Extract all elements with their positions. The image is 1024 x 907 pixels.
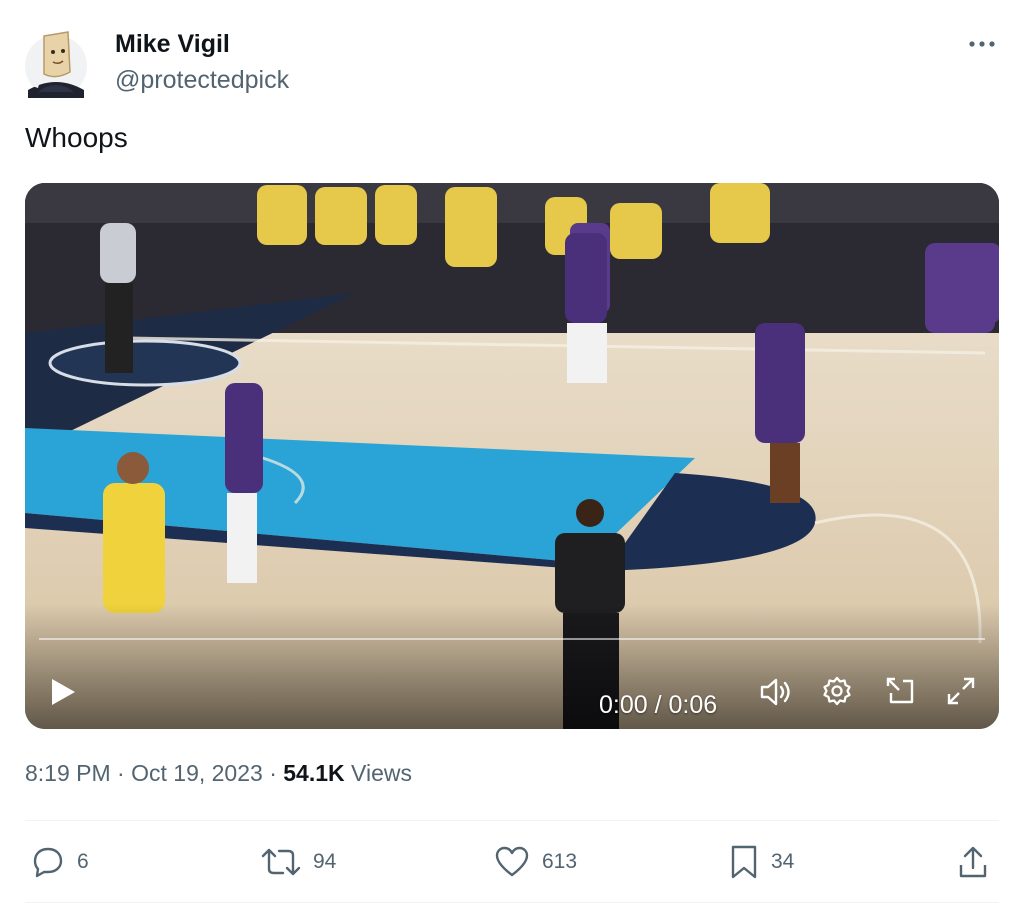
author-handle[interactable]: @protectedpick — [115, 66, 289, 95]
bookmark-icon — [729, 844, 759, 880]
volume-icon[interactable] — [759, 677, 793, 707]
views-count: 54.1K — [283, 760, 345, 786]
fullscreen-icon[interactable] — [945, 675, 977, 707]
video-time: 0:00 / 0:06 — [599, 691, 718, 719]
repost-icon — [261, 845, 301, 879]
meta-separator: · — [269, 760, 277, 786]
tweet-text: Whoops — [25, 122, 128, 153]
repost-count: 94 — [313, 850, 337, 873]
avatar[interactable] — [24, 26, 88, 98]
divider — [25, 820, 999, 821]
like-button[interactable]: 613 — [494, 840, 577, 884]
bookmark-button[interactable]: 34 — [729, 840, 794, 884]
like-count: 613 — [542, 850, 578, 873]
video-controls: 0:00 / 0:06 — [25, 629, 999, 729]
author-name[interactable]: Mike Vigil — [115, 30, 230, 59]
video-player[interactable]: 0:00 / 0:06 — [25, 183, 999, 729]
meta-separator: · — [117, 760, 125, 786]
share-button[interactable] — [957, 840, 989, 884]
tweet-date[interactable]: Oct 19, 2023 — [131, 760, 263, 786]
settings-icon[interactable] — [821, 675, 853, 707]
views-label: Views — [351, 760, 412, 786]
reply-icon — [31, 845, 65, 879]
tweet-actions: 6 94 613 34 — [25, 840, 999, 884]
picture-in-picture-icon[interactable] — [883, 675, 917, 707]
repost-button[interactable]: 94 — [261, 840, 336, 884]
divider — [25, 902, 999, 903]
tweet-meta: 8:19 PM · Oct 19, 2023 · 54.1K Views — [25, 760, 412, 787]
play-icon[interactable] — [49, 677, 77, 707]
reply-button[interactable]: 6 — [31, 840, 89, 884]
tweet-time[interactable]: 8:19 PM — [25, 760, 111, 786]
heart-icon — [494, 845, 530, 879]
more-options-icon[interactable] — [966, 32, 998, 56]
bookmark-count: 34 — [771, 850, 795, 873]
tweet-header: Mike Vigil @protectedpick — [24, 24, 1000, 100]
share-icon — [957, 845, 989, 879]
reply-count: 6 — [77, 850, 89, 873]
